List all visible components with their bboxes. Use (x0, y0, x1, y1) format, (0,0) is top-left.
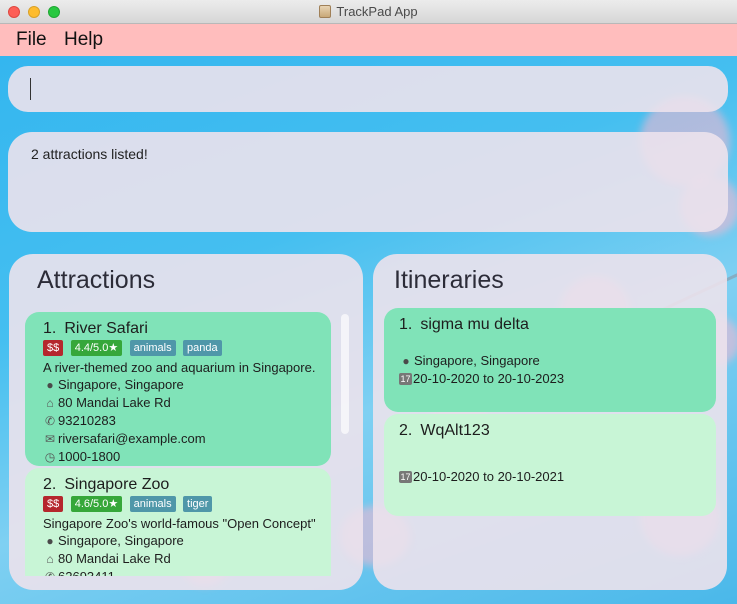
phone-icon: ✆ (44, 414, 56, 428)
price-tag: $$ (43, 496, 64, 512)
itinerary-index: 2. (399, 422, 413, 439)
tag-label: tiger (183, 496, 213, 512)
itinerary-dates: 20-10-2020 to 20-10-2021 (413, 469, 565, 484)
attraction-card[interactable]: 2. Singapore Zoo $$ 4.6/5.0★ animals tige… (25, 468, 331, 576)
itineraries-heading: Itineraries (394, 266, 504, 294)
attraction-location: Singapore, Singapore (58, 377, 184, 392)
result-display: 2 attractions listed! (8, 132, 728, 232)
itinerary-card[interactable]: 2. WqAlt123 17 20-10-2020 to 20-10-2021 (384, 414, 716, 516)
itineraries-panel: Itineraries 1. sigma mu delta ● Singapore,… (373, 254, 727, 590)
attraction-hours: 1000-1800 (58, 449, 121, 464)
attractions-heading: Attractions (37, 266, 156, 294)
rating-tag: 4.6/5.0★ (70, 496, 123, 512)
menu-bar: File Help (0, 24, 737, 56)
attractions-panel: Attractions 1. River Safari $$ 4.4/5.0★ a… (9, 254, 363, 590)
globe-icon: ● (402, 354, 410, 368)
price-tag: $$ (43, 340, 64, 356)
app-icon (319, 5, 332, 18)
clock-icon: ◷ (44, 450, 56, 464)
itinerary-name: WqAlt123 (420, 422, 490, 439)
email-icon: ✉ (44, 432, 56, 446)
window-title: TrackPad App (336, 4, 418, 19)
itineraries-list[interactable]: 1. sigma mu delta ● Singapore, Singapore 1… (384, 308, 718, 572)
attraction-card[interactable]: 1. River Safari $$ 4.4/5.0★ animals panda… (25, 312, 331, 466)
attraction-index: 2. (43, 476, 57, 493)
tag-label: panda (183, 340, 222, 356)
attraction-phone: 62693411 (58, 569, 115, 576)
menu-help[interactable]: Help (64, 29, 103, 51)
attraction-name: River Safari (64, 320, 148, 337)
home-icon: ⌂ (46, 396, 54, 410)
home-icon: ⌂ (46, 552, 54, 566)
itinerary-index: 1. (399, 316, 413, 333)
calendar-icon: 17 (399, 471, 412, 483)
tag-label: animals (129, 340, 176, 356)
attraction-location: Singapore, Singapore (58, 533, 184, 548)
attraction-index: 1. (43, 320, 57, 337)
itinerary-location: Singapore, Singapore (414, 353, 540, 368)
attractions-scrollbar[interactable] (341, 314, 349, 434)
attraction-name: Singapore Zoo (64, 476, 170, 493)
rating-tag: 4.4/5.0★ (70, 340, 123, 356)
window-titlebar: TrackPad App (0, 0, 737, 24)
attractions-list[interactable]: 1. River Safari $$ 4.4/5.0★ animals panda… (25, 312, 351, 576)
attraction-address: 80 Mandai Lake Rd (58, 395, 171, 410)
attraction-address: 80 Mandai Lake Rd (58, 551, 171, 566)
itinerary-card[interactable]: 1. sigma mu delta ● Singapore, Singapore 1… (384, 308, 716, 412)
phone-icon: ✆ (43, 569, 57, 576)
attraction-description: A river-themed zoo and aquarium in Singa… (43, 360, 316, 375)
itinerary-name: sigma mu delta (420, 316, 529, 333)
result-message: 2 attractions listed! (31, 146, 148, 162)
command-input[interactable] (8, 66, 728, 112)
itinerary-dates: 20-10-2020 to 20-10-2023 (413, 371, 565, 386)
tag-label: animals (129, 496, 176, 512)
attraction-description: Singapore Zoo's world-famous "Open Conce… (43, 516, 319, 531)
menu-file[interactable]: File (16, 29, 47, 51)
globe-icon: ● (46, 534, 54, 548)
globe-icon: ● (46, 378, 54, 392)
attraction-phone: 93210283 (58, 413, 116, 428)
calendar-icon: 17 (399, 373, 412, 385)
attraction-email: riversafari@example.com (58, 431, 206, 446)
text-caret (30, 78, 31, 100)
